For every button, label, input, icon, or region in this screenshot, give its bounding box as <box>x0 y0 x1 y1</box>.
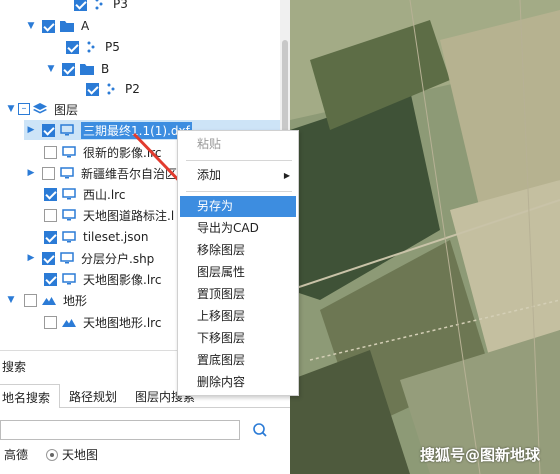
menu-item-add[interactable]: 添加 ▶ <box>180 165 296 186</box>
collapse-arrow-icon[interactable] <box>24 21 38 31</box>
checkbox[interactable] <box>44 187 57 201</box>
point-layer-icon <box>91 0 107 11</box>
checkbox[interactable] <box>42 166 55 180</box>
watermark-text: 搜狐号@图新地球 <box>420 446 541 464</box>
menu-item-send-to-bottom[interactable]: 置底图层 <box>180 350 296 371</box>
menu-item-bring-to-top[interactable]: 置顶图层 <box>180 284 296 305</box>
tree-item-label: 图层 <box>54 102 79 117</box>
terrain-icon <box>61 315 77 329</box>
tree-item-folder-a[interactable]: A <box>24 16 89 36</box>
tab-route-planning[interactable]: 路径规划 <box>60 384 126 408</box>
menu-item-remove-layer[interactable]: 移除图层 <box>180 240 296 261</box>
tree-item-p3[interactable]: P3 <box>70 0 128 14</box>
checkbox[interactable] <box>44 208 57 222</box>
tree-item-label: tileset.json <box>83 230 149 244</box>
collapse-box-icon[interactable]: – <box>18 103 30 115</box>
menu-item-move-down[interactable]: 下移图层 <box>180 328 296 349</box>
collapse-arrow-icon[interactable] <box>44 64 58 74</box>
collapse-arrow-icon[interactable] <box>4 104 18 114</box>
tree-item-tianditu-image[interactable]: 天地图影像.lrc <box>40 269 161 289</box>
tree-item-folder-b[interactable]: B <box>44 59 109 79</box>
tree-item-layers-group[interactable]: – 图层 <box>4 99 78 119</box>
menu-item-paste[interactable]: 粘贴 <box>180 134 296 155</box>
folder-icon <box>79 62 95 76</box>
menu-separator <box>186 160 292 161</box>
menu-item-move-up[interactable]: 上移图层 <box>180 306 296 327</box>
expand-arrow-icon[interactable] <box>24 253 38 263</box>
satellite-map-view[interactable] <box>289 0 560 474</box>
checkbox[interactable] <box>74 0 87 11</box>
checkbox[interactable] <box>44 145 57 159</box>
tree-item-shp[interactable]: 分层分户.shp <box>24 248 154 268</box>
monitor-layer-icon <box>59 166 75 180</box>
tree-item-label: P5 <box>105 40 120 54</box>
menu-separator <box>186 191 292 192</box>
tree-item-label: A <box>81 19 90 33</box>
monitor-layer-icon <box>61 230 77 244</box>
folder-icon <box>59 19 75 33</box>
menu-item-delete-content[interactable]: 删除内容 <box>180 372 296 393</box>
tree-item-tianditu-terrain[interactable]: 天地图地形.lrc <box>40 312 161 332</box>
monitor-layer-icon <box>61 145 77 159</box>
monitor-layer-icon <box>59 123 75 137</box>
tree-item-label: 分层分户.shp <box>81 251 155 266</box>
tree-item-label: 西山.lrc <box>83 187 126 202</box>
layers-stack-icon <box>32 102 48 116</box>
terrain-icon <box>41 293 57 307</box>
tree-item-p2[interactable]: P2 <box>82 79 140 99</box>
checkbox[interactable] <box>66 40 79 54</box>
tree-item-label: 地形 <box>63 293 88 308</box>
tree-item-p5[interactable]: P5 <box>62 37 120 57</box>
checkbox[interactable] <box>42 19 55 33</box>
tree-item-terrain-group[interactable]: 地形 <box>4 290 87 310</box>
radio-tianditu[interactable] <box>46 448 59 461</box>
monitor-layer-icon <box>61 272 77 286</box>
point-layer-icon <box>103 82 119 96</box>
monitor-layer-icon <box>59 251 75 265</box>
radio-label-gaode[interactable]: 高德 <box>4 446 28 463</box>
tree-item-label: B <box>101 62 110 76</box>
monitor-layer-icon <box>61 187 77 201</box>
checkbox[interactable] <box>44 315 57 329</box>
tree-item-label: P3 <box>113 0 128 11</box>
map-source-radio-group: 高德 天地图 <box>4 446 98 463</box>
monitor-layer-icon <box>61 208 77 222</box>
tree-item-label: P2 <box>125 82 140 96</box>
checkbox[interactable] <box>44 272 57 286</box>
checkbox[interactable] <box>42 251 55 265</box>
menu-item-save-as[interactable]: 另存为 <box>180 196 296 217</box>
radio-label-tianditu[interactable]: 天地图 <box>62 446 98 463</box>
tree-item-xishan[interactable]: 西山.lrc <box>40 184 125 204</box>
menu-item-label: 添加 <box>197 168 222 182</box>
tree-item-tileset[interactable]: tileset.json <box>40 227 148 247</box>
checkbox[interactable] <box>42 123 55 137</box>
search-input[interactable] <box>0 420 240 440</box>
expand-arrow-icon[interactable] <box>24 125 38 135</box>
tab-place-search[interactable]: 地名搜索 <box>0 384 61 408</box>
menu-item-export-cad[interactable]: 导出为CAD <box>180 218 296 239</box>
submenu-arrow-icon: ▶ <box>283 171 290 180</box>
menu-item-layer-properties[interactable]: 图层属性 <box>180 262 296 283</box>
expand-arrow-icon[interactable] <box>24 168 38 178</box>
context-menu: 粘贴 添加 ▶ 另存为 导出为CAD 移除图层 图层属性 置顶图层 上移图层 下… <box>177 130 299 396</box>
collapse-arrow-icon[interactable] <box>4 295 18 305</box>
point-layer-icon <box>83 40 99 54</box>
checkbox[interactable] <box>24 293 37 307</box>
tree-item-label: 天地图地形.lrc <box>83 315 162 330</box>
checkbox[interactable] <box>86 82 99 96</box>
search-icon[interactable] <box>252 422 270 440</box>
tree-item-label: 天地图影像.lrc <box>83 272 162 287</box>
checkbox[interactable] <box>62 62 75 76</box>
checkbox[interactable] <box>44 230 57 244</box>
